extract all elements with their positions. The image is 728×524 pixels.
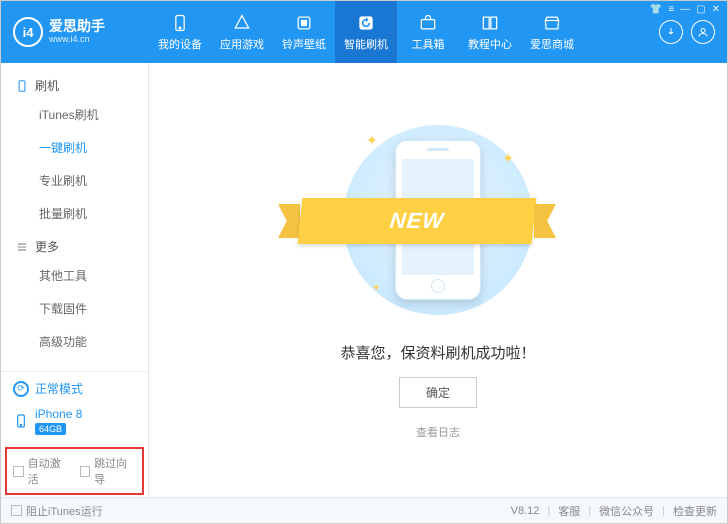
device-row[interactable]: iPhone 8 64GB: [1, 405, 148, 445]
nav-label: 我的设备: [158, 36, 202, 52]
sidebar-item-oneclick-flash[interactable]: 一键刷机: [1, 131, 148, 164]
sidebar-item-advanced[interactable]: 高级功能: [1, 325, 148, 358]
sidebar-item-batch-flash[interactable]: 批量刷机: [1, 197, 148, 230]
nav-apps[interactable]: 应用游戏: [211, 1, 273, 63]
logo[interactable]: i4 爱思助手 www.i4.cn: [1, 17, 149, 47]
mode-label: 正常模式: [35, 380, 83, 397]
nav-ringtones[interactable]: 铃声壁纸: [273, 1, 335, 63]
checkbox-label: 跳过向导: [94, 455, 136, 487]
top-nav: 我的设备 应用游戏 铃声壁纸 智能刷机 工具箱 教程中心 爱思商城: [149, 1, 583, 63]
sidebar-section-more: 更多: [1, 230, 148, 259]
check-update-link[interactable]: 检查更新: [673, 503, 717, 519]
brand-name: 爱思助手: [49, 19, 105, 34]
device-name: iPhone 8: [35, 407, 82, 421]
storage-badge: 64GB: [35, 423, 66, 435]
success-illustration: ✦ ✦ ✦ NEW: [338, 120, 538, 320]
success-message: 恭喜您，保资料刷机成功啦！: [340, 342, 535, 363]
download-icon: [665, 26, 677, 38]
header-right: [659, 20, 727, 44]
ribbon-text: NEW: [298, 198, 537, 244]
phone-outline-icon: [15, 79, 29, 93]
sync-icon: ⟳: [13, 381, 29, 397]
logo-icon: i4: [13, 17, 43, 47]
nav-tutorials[interactable]: 教程中心: [459, 1, 521, 63]
maximize-button[interactable]: ▢: [696, 4, 705, 15]
window-controls: 👕 ≡ — ▢ ✕: [650, 4, 720, 15]
phone-icon: [170, 13, 190, 33]
header: 👕 ≡ — ▢ ✕ i4 爱思助手 www.i4.cn 我的设备 应用游戏 铃声…: [1, 1, 727, 63]
view-log-link[interactable]: 查看日志: [416, 424, 460, 440]
main-content: ✦ ✦ ✦ NEW 恭喜您，保资料刷机成功啦！ 确定 查看日志: [149, 63, 727, 497]
toolbox-icon: [418, 13, 438, 33]
wechat-link[interactable]: 微信公众号: [599, 503, 654, 519]
ok-button[interactable]: 确定: [399, 377, 477, 408]
book-icon: [480, 13, 500, 33]
refresh-icon: [356, 13, 376, 33]
nav-my-device[interactable]: 我的设备: [149, 1, 211, 63]
block-itunes-checkbox[interactable]: 阻止iTunes运行: [11, 503, 103, 519]
media-icon: [294, 13, 314, 33]
skip-guide-checkbox[interactable]: 跳过向导: [80, 455, 137, 487]
menu-button[interactable]: ≡: [668, 4, 674, 15]
version-label: V8.12: [511, 505, 540, 517]
user-button[interactable]: [691, 20, 715, 44]
device-icon: [13, 413, 29, 429]
nav-label: 工具箱: [412, 36, 445, 52]
brand-site: www.i4.cn: [49, 35, 105, 45]
auto-activate-checkbox[interactable]: 自动激活: [13, 455, 70, 487]
checkbox-label: 自动激活: [28, 455, 70, 487]
sidebar-section-flash: 刷机: [1, 69, 148, 98]
nav-toolbox[interactable]: 工具箱: [397, 1, 459, 63]
nav-label: 爱思商城: [530, 36, 574, 52]
download-button[interactable]: [659, 20, 683, 44]
new-ribbon: NEW: [278, 198, 556, 244]
nav-label: 教程中心: [468, 36, 512, 52]
nav-label: 铃声壁纸: [282, 36, 326, 52]
section-title: 更多: [35, 238, 59, 255]
sidebar-item-other-tools[interactable]: 其他工具: [1, 259, 148, 292]
highlighted-options: 自动激活 跳过向导: [5, 447, 144, 495]
list-icon: [15, 240, 29, 254]
support-link[interactable]: 客服: [558, 503, 580, 519]
sidebar-item-download-fw[interactable]: 下载固件: [1, 292, 148, 325]
user-icon: [697, 26, 709, 38]
checkbox-label: 阻止iTunes运行: [26, 503, 103, 519]
sidebar: 刷机 iTunes刷机 一键刷机 专业刷机 批量刷机 更多 其他工具 下载固件 …: [1, 63, 149, 497]
section-title: 刷机: [35, 77, 59, 94]
nav-flash[interactable]: 智能刷机: [335, 1, 397, 63]
apps-icon: [232, 13, 252, 33]
minimize-button[interactable]: —: [680, 4, 690, 15]
status-bar: 阻止iTunes运行 V8.12 | 客服 | 微信公众号 | 检查更新: [1, 497, 727, 523]
sidebar-item-itunes-flash[interactable]: iTunes刷机: [1, 98, 148, 131]
sidebar-item-pro-flash[interactable]: 专业刷机: [1, 164, 148, 197]
close-button[interactable]: ✕: [712, 4, 720, 15]
nav-label: 智能刷机: [344, 36, 388, 52]
nav-label: 应用游戏: [220, 36, 264, 52]
skin-button[interactable]: 👕: [650, 4, 662, 15]
nav-store[interactable]: 爱思商城: [521, 1, 583, 63]
store-icon: [542, 13, 562, 33]
device-mode[interactable]: ⟳ 正常模式: [1, 372, 148, 405]
